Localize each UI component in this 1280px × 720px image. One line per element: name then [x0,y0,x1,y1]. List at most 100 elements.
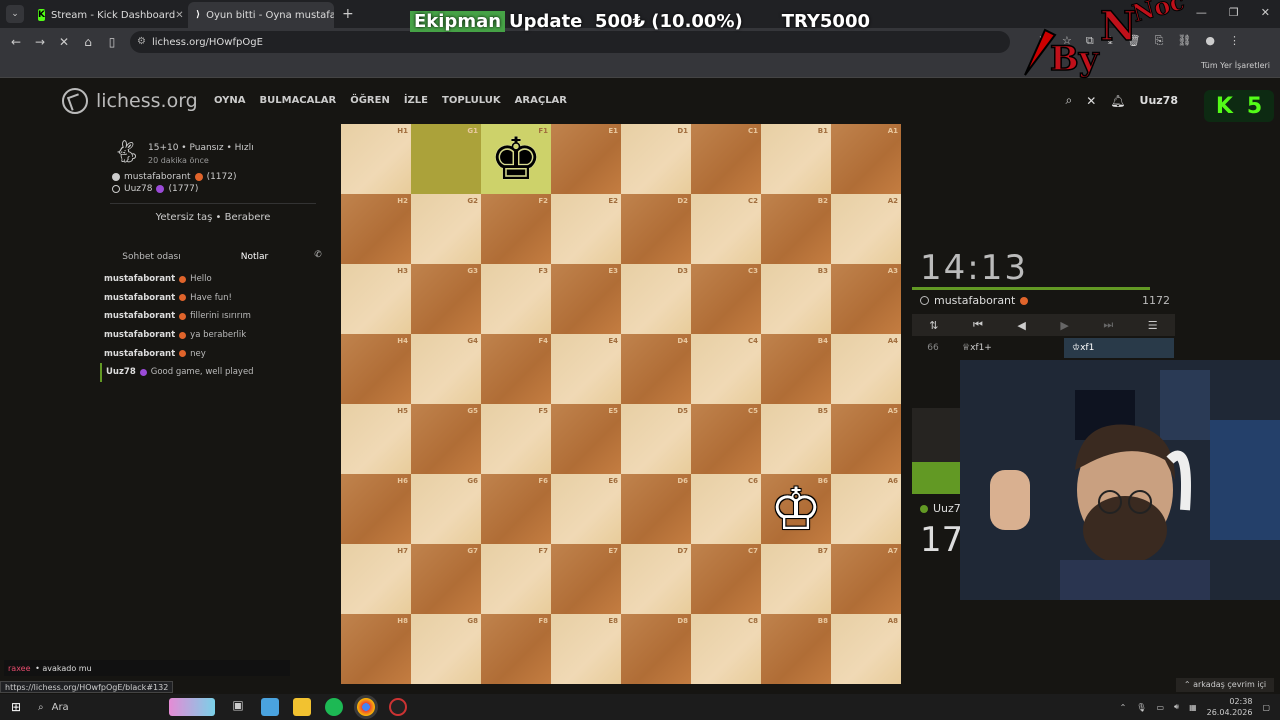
square-h8[interactable]: H8 [341,614,411,684]
chat-user[interactable]: mustafaborant [104,330,175,340]
nav-puzzles[interactable]: BULMACALAR [260,95,337,106]
square-f8[interactable]: F8 [481,614,551,684]
square-d6[interactable]: D6 [621,474,691,544]
square-c1[interactable]: C1 [691,124,761,194]
widget-icon[interactable] [169,698,215,716]
square-e4[interactable]: E4 [551,334,621,404]
home-icon[interactable]: ⌂ [76,35,100,49]
square-a8[interactable]: A8 [831,614,901,684]
chat-user[interactable]: Uuz78 [106,367,136,377]
language-icon[interactable]: ▦ [1189,703,1197,712]
network-icon[interactable]: ▭ [1156,703,1164,712]
own-player[interactable]: Uuz7 [920,502,961,515]
next-move-icon[interactable]: ▶ [1060,319,1068,332]
chat-user[interactable]: mustafaborant [104,274,175,284]
move-white[interactable]: ♕xf1+ [954,343,1064,353]
square-h1[interactable]: H1 [341,124,411,194]
chevron-up-icon[interactable]: ⌃ [1120,703,1127,712]
flip-board-icon[interactable]: ⇅ [929,319,938,332]
spotify-icon[interactable] [325,698,343,716]
square-g1[interactable]: G1 [411,124,481,194]
tab-kick-dashboard[interactable]: K Stream - Kick Dashboard ✕ [30,2,188,28]
new-tab-button[interactable]: + [342,6,354,22]
square-c7[interactable]: C7 [691,544,761,614]
square-a2[interactable]: A2 [831,194,901,264]
friends-online-button[interactable]: ⌃ arkadaş çevrim içi [1176,678,1274,692]
square-b6[interactable]: B6 ♔ [761,474,831,544]
square-c6[interactable]: C6 [691,474,761,544]
square-h7[interactable]: H7 [341,544,411,614]
prev-move-icon[interactable]: ◀ [1017,319,1025,332]
user-menu[interactable]: Uuz78 [1140,94,1178,107]
white-player-line[interactable]: mustafaborant (1172) [112,172,237,182]
volume-icon[interactable]: 🔊︎ [1174,702,1179,712]
square-h2[interactable]: H2 [341,194,411,264]
windows-start-icon[interactable]: ⊞ [0,700,32,714]
square-b2[interactable]: B2 [761,194,831,264]
back-icon[interactable]: ← [4,35,28,49]
square-h6[interactable]: H6 [341,474,411,544]
square-c3[interactable]: C3 [691,264,761,334]
tab-search-button[interactable]: ⌄ [6,5,24,23]
square-a6[interactable]: A6 [831,474,901,544]
square-b8[interactable]: B8 [761,614,831,684]
task-view-icon[interactable]: ▣ [229,698,247,716]
square-a5[interactable]: A5 [831,404,901,474]
square-b3[interactable]: B3 [761,264,831,334]
folder-icon[interactable] [293,698,311,716]
square-g3[interactable]: G3 [411,264,481,334]
square-b7[interactable]: B7 [761,544,831,614]
square-a1[interactable]: A1 [831,124,901,194]
explorer-app-icon[interactable] [261,698,279,716]
square-b4[interactable]: B4 [761,334,831,404]
square-h5[interactable]: H5 [341,404,411,474]
square-f6[interactable]: F6 [481,474,551,544]
url-field[interactable]: ⚙ lichess.org/HOwfpOgE [130,31,1010,53]
white-king-piece[interactable]: ♔ [761,474,831,544]
nav-community[interactable]: TOPLULUK [442,95,501,106]
square-f4[interactable]: F4 [481,334,551,404]
square-e3[interactable]: E3 [551,264,621,334]
square-f3[interactable]: F3 [481,264,551,334]
lichess-logo[interactable]: lichess.org [62,88,198,114]
first-move-icon[interactable]: ⏮ [973,318,983,332]
last-move-icon[interactable]: ⏭ [1103,318,1113,332]
swords-icon[interactable]: ✕ [1086,94,1096,108]
square-d1[interactable]: D1 [621,124,691,194]
search-icon[interactable]: ⌕ [1065,93,1072,108]
black-king-piece[interactable]: ♚ [481,124,551,194]
square-e2[interactable]: E2 [551,194,621,264]
square-e8[interactable]: E8 [551,614,621,684]
mic-icon[interactable]: 🎙︎ [1136,703,1146,712]
square-e1[interactable]: E1 [551,124,621,194]
chat-user[interactable]: mustafaborant [104,349,175,359]
square-f2[interactable]: F2 [481,194,551,264]
chrome-icon[interactable] [357,698,375,716]
chat-user[interactable]: mustafaborant [104,311,175,321]
chessboard[interactable]: H1 G1 F1 ♚ E1 D1 C1 B1 A1 H2 G2 F2 E2 D2 C2 B2 A2 H3 G3 F3 E… [341,124,901,684]
chat-user[interactable]: mustafaborant [104,293,175,303]
close-icon[interactable]: ✕ [175,10,183,21]
tab-notes[interactable]: Notlar [203,250,306,264]
square-d5[interactable]: D5 [621,404,691,474]
square-c2[interactable]: C2 [691,194,761,264]
square-a4[interactable]: A4 [831,334,901,404]
square-c5[interactable]: C5 [691,404,761,474]
site-info-icon[interactable]: ⚙ [137,36,146,47]
nav-learn[interactable]: ÖĞREN [350,95,390,106]
sidebar-icon[interactable]: ▯ [100,35,124,49]
square-a7[interactable]: A7 [831,544,901,614]
phone-icon[interactable]: ✆ [306,250,330,264]
square-g2[interactable]: G2 [411,194,481,264]
square-d3[interactable]: D3 [621,264,691,334]
opponent-player[interactable]: mustafaborant 1172 [920,294,1170,307]
tab-chat-room[interactable]: Sohbet odası [100,250,203,264]
menu-icon[interactable]: ☰ [1148,319,1158,332]
close-window-icon[interactable]: ✕ [1261,6,1270,19]
square-g4[interactable]: G4 [411,334,481,404]
square-d2[interactable]: D2 [621,194,691,264]
square-f7[interactable]: F7 [481,544,551,614]
forward-icon[interactable]: → [28,35,52,49]
square-g5[interactable]: G5 [411,404,481,474]
tab-lichess-game[interactable]: ⟩ Oyun bitti - Oyna mustafaborant ✕ [188,2,334,28]
